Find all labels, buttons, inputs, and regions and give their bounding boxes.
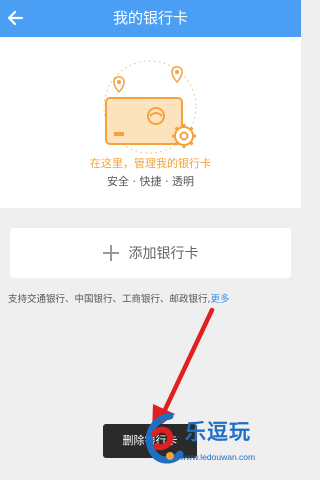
watermark: 乐逗玩 www.ledouwan.com: [140, 410, 300, 472]
supported-banks-list: 支持交通银行、中国银行、工商银行、邮政银行,: [8, 294, 211, 305]
top-bar: 我的银行卡: [0, 0, 301, 37]
hero-features: 安全 · 快捷 · 透明: [107, 175, 194, 188]
hero-tagline: 在这里，管理我的银行卡: [90, 157, 211, 170]
add-bank-card-label: 添加银行卡: [128, 246, 199, 262]
watermark-domain: www.ledouwan.com: [180, 452, 256, 462]
page-title: 我的银行卡: [112, 9, 188, 27]
more-banks-link[interactable]: 更多: [211, 294, 230, 305]
plus-icon: [102, 245, 119, 261]
bank-card-banner: 在这里，管理我的银行卡 安全 · 快捷 · 透明: [0, 37, 301, 208]
add-bank-card-button[interactable]: 添加银行卡: [10, 228, 291, 278]
supported-banks-text: 支持交通银行、中国银行、工商银行、邮政银行,更多: [8, 291, 298, 305]
watermark-brand: 乐逗玩: [185, 419, 251, 444]
bank-card-illustration-icon: [90, 52, 210, 162]
